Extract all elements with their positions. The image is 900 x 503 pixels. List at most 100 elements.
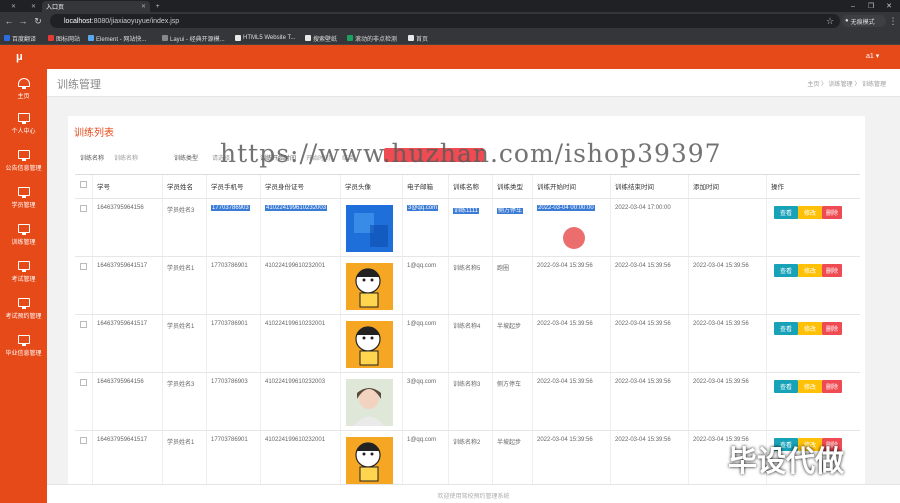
bookmark-item[interactable]: HTML5 Website T... — [235, 33, 295, 43]
menu-icon[interactable]: ⋮ — [887, 15, 899, 27]
column-header: 学员身份证号 — [261, 175, 341, 198]
url-host: localhost — [64, 17, 92, 25]
table-row[interactable]: 16463795964151​7 学员姓名1 17703786901 41022… — [75, 257, 860, 315]
bookmark-item[interactable]: 首页 — [408, 33, 428, 43]
edit-button[interactable]: 修改 — [798, 264, 822, 277]
bookmark-item[interactable]: 百度翻译 — [4, 33, 36, 43]
tab-label: 入口页 — [46, 5, 65, 11]
page-title: 训练管理 — [57, 79, 101, 91]
train-name-input[interactable]: 训练名称 — [114, 153, 138, 162]
row-checkbox[interactable] — [75, 315, 93, 372]
sidebar-item-training[interactable]: 训练管理 — [0, 217, 47, 253]
column-header: 训练结束时间 — [611, 175, 689, 198]
sidebar-item-graduation[interactable]: 毕业信息管理 — [0, 328, 47, 364]
bookmark-item[interactable]: 图标网站 — [48, 33, 80, 43]
view-button[interactable]: 查看 — [774, 380, 798, 393]
view-button[interactable]: 查看 — [774, 206, 798, 219]
column-header: 学号 — [93, 175, 163, 198]
url-path: :8080/jiaxiaoyuyue/index.jsp — [91, 17, 180, 25]
column-header: 训练类型 — [493, 175, 533, 198]
delete-button[interactable]: 删除 — [822, 264, 842, 277]
edit-button[interactable]: 修改 — [798, 322, 822, 335]
delete-button[interactable]: 删除 — [822, 380, 842, 393]
app-logo: μ — [16, 51, 23, 63]
column-header: 学员手机号 — [207, 175, 261, 198]
forward-icon[interactable]: → — [17, 15, 29, 27]
close-icon[interactable]: ✕ — [141, 3, 146, 10]
home-icon — [17, 78, 30, 89]
cartoon-avatar-image — [346, 437, 393, 484]
row-checkbox[interactable] — [75, 199, 93, 256]
avatar — [341, 431, 403, 489]
bookmark-item[interactable]: 滚动的非点检测 — [347, 33, 397, 43]
breadcrumb[interactable]: 主页 〉 训练管理 〉 训练管理 — [807, 79, 886, 88]
table-row[interactable]: 1646379596415​6 学员姓名3 17703786903 410224… — [75, 199, 860, 257]
monitor-icon — [17, 261, 30, 272]
photo-avatar-image — [346, 379, 393, 426]
bookmark-icon — [347, 35, 353, 41]
minimize-icon[interactable]: – — [844, 0, 862, 12]
avatar — [341, 257, 403, 314]
reload-icon[interactable]: ↻ — [32, 15, 44, 27]
url-input[interactable]: localhost:8080/jiaxiaoyuyue/index.jsp — [50, 14, 840, 28]
bookmark-item[interactable]: Layui - 经典开源模... — [162, 33, 225, 43]
table-row[interactable]: 16463795964151​7 学员姓名1 17703786901 41022… — [75, 315, 860, 373]
row-checkbox[interactable] — [75, 431, 93, 489]
bookmark-icon — [88, 35, 94, 41]
select-all-checkbox[interactable] — [75, 175, 93, 198]
bookmark-icon — [4, 35, 10, 41]
column-header: 添加时间 — [689, 175, 767, 198]
mouse-cursor-highlight — [563, 227, 585, 249]
incognito-badge[interactable]: ● 无痕模式 — [842, 15, 886, 27]
address-bar-row: ← → ↻ localhost:8080/jiaxiaoyuyue/index.… — [0, 12, 900, 30]
row-checkbox[interactable] — [75, 257, 93, 314]
sidebar-item-profile[interactable]: 个人中心 — [0, 106, 47, 142]
sidebar-item-exam-booking[interactable]: 考试预约管理 — [0, 291, 47, 327]
user-menu[interactable]: a1 ▾ — [866, 52, 879, 60]
bookmark-icon — [48, 35, 54, 41]
profile-label: 无痕模式 — [850, 19, 875, 26]
avatar — [341, 315, 403, 372]
browser-tab[interactable]: ✕ — [2, 1, 20, 12]
view-button[interactable]: 查看 — [774, 322, 798, 335]
maximize-icon[interactable]: ❐ — [862, 0, 880, 12]
bookmark-item[interactable]: 搜索壁纸 — [305, 33, 337, 43]
column-header: 训练开始时间 — [533, 175, 611, 198]
bookmark-icon — [305, 35, 311, 41]
sidebar-item-students[interactable]: 学员管理 — [0, 180, 47, 216]
monitor-icon — [17, 187, 30, 198]
edit-button[interactable]: 修改 — [798, 380, 822, 393]
bookmark-star-icon[interactable]: ☆ — [824, 15, 836, 27]
monitor-icon — [17, 224, 30, 235]
row-checkbox[interactable] — [75, 373, 93, 430]
bookmark-item[interactable]: Element - 网站快... — [88, 33, 146, 43]
view-button[interactable]: 查看 — [774, 264, 798, 277]
sidebar-item-exams[interactable]: 考试管理 — [0, 254, 47, 290]
bookmark-icon — [408, 35, 414, 41]
page-header: 训练管理 主页 〉 训练管理 〉 训练管理 — [47, 69, 900, 97]
monitor-icon — [17, 113, 30, 124]
avatar-image — [346, 205, 393, 252]
cartoon-avatar-image — [346, 321, 393, 368]
column-header: 操作 — [771, 184, 784, 191]
browser-tab[interactable]: ✕ — [22, 1, 40, 12]
new-tab-button[interactable]: + — [152, 1, 166, 12]
table-header-row: 学号 学员姓名 学员手机号 学员身份证号 学员头像 电子邮箱 训练名称 训练类型… — [75, 175, 860, 199]
back-icon[interactable]: ← — [3, 15, 15, 27]
table-row[interactable]: 1646379596415​6 学员姓名3 17703786903 410224… — [75, 373, 860, 431]
avatar — [341, 373, 403, 430]
sidebar-item-notices[interactable]: 公告信息管理 — [0, 143, 47, 179]
sidebar-item-home[interactable]: 主页 — [0, 71, 47, 107]
window-close-icon[interactable]: ✕ — [880, 0, 898, 12]
close-icon[interactable]: ✕ — [11, 3, 16, 10]
column-header: 学员姓名 — [163, 175, 207, 198]
filter-label: 训练类型 — [174, 156, 199, 162]
delete-button[interactable]: 删除 — [822, 206, 842, 219]
bookmarks-bar: 百度翻译 图标网站 Element - 网站快... Layui - 经典开源模… — [0, 30, 900, 45]
close-icon[interactable]: ✕ — [31, 3, 36, 10]
delete-button[interactable]: 删除 — [822, 322, 842, 335]
browser-tab-active[interactable]: 入口页 ✕ — [42, 1, 150, 12]
edit-button[interactable]: 修改 — [798, 206, 822, 219]
filter-label: 训练名称 — [80, 156, 105, 162]
bookmark-icon — [235, 35, 241, 41]
